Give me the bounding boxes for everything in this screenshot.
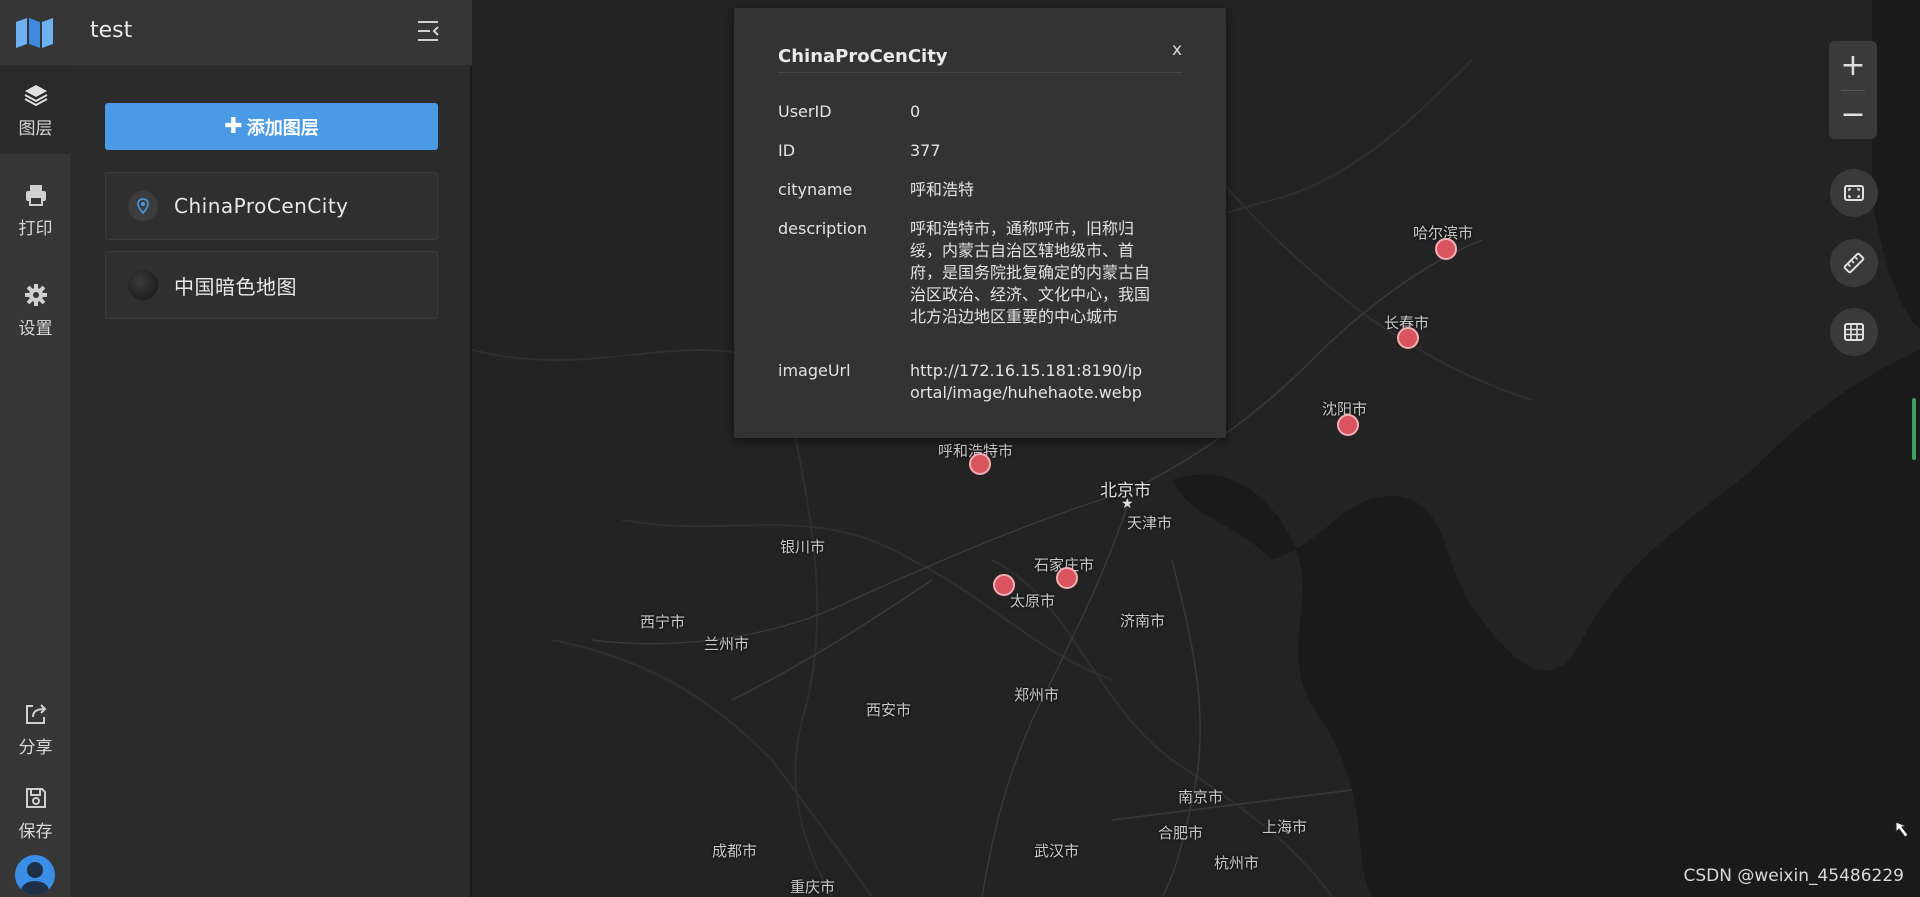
- ruler-icon: [1843, 252, 1865, 274]
- add-layer-label: 添加图层: [246, 117, 319, 139]
- city-label: 南京市: [1178, 788, 1224, 806]
- popup-value: 0: [910, 102, 921, 121]
- grid-button[interactable]: [1830, 308, 1878, 356]
- rail-item-share[interactable]: 分享: [0, 685, 71, 773]
- dark-map-thumbnail-icon: [128, 270, 158, 300]
- popup-row-id: ID 377: [778, 140, 1178, 162]
- capital-star-icon: ★: [1121, 496, 1134, 512]
- city-label: 重庆市: [790, 878, 836, 896]
- city-marker[interactable]: [993, 574, 1015, 596]
- user-avatar[interactable]: [15, 855, 55, 895]
- collapse-panel-icon[interactable]: [415, 18, 441, 44]
- layer-item-dark-map[interactable]: 中国暗色地图: [105, 251, 438, 319]
- share-icon: [25, 703, 46, 724]
- popup-key: cityname: [778, 180, 853, 199]
- rail-item-save[interactable]: 保存: [0, 769, 71, 857]
- rail-label-settings: 设置: [18, 318, 53, 339]
- popup-row-imageurl: imageUrl http://172.16.15.181:8190/iport…: [778, 360, 1178, 404]
- icon-rail: 图层 打印 设置 分享 保存: [0, 66, 71, 897]
- popup-key: UserID: [778, 102, 832, 121]
- zoom-in-button[interactable]: +: [1829, 41, 1877, 90]
- popup-value: 呼和浩特市，通称呼市，旧称归绥，内蒙古自治区辖地级市、首府，是国务院批复确定的内…: [910, 219, 1151, 326]
- popup-key: description: [778, 219, 867, 238]
- city-label: 天津市: [1127, 514, 1173, 532]
- city-marker[interactable]: [969, 453, 991, 475]
- gear-icon: [24, 283, 47, 306]
- popup-close-button[interactable]: x: [1172, 40, 1182, 60]
- layers-icon: [24, 84, 47, 106]
- city-label: 武汉市: [1034, 842, 1080, 860]
- city-label: 郑州市: [1014, 686, 1060, 704]
- popup-value: http://172.16.15.181:8190/iportal/image/…: [910, 361, 1143, 402]
- popup-value: 377: [910, 141, 941, 160]
- measure-button[interactable]: [1830, 239, 1878, 287]
- city-label: 太原市: [1010, 592, 1056, 610]
- grid-icon: [1844, 323, 1864, 341]
- zoom-out-button[interactable]: −: [1829, 90, 1877, 139]
- popup-value: 呼和浩特: [910, 180, 975, 199]
- popup-row-description: description 呼和浩特市，通称呼市，旧称归绥，内蒙古自治区辖地级市、首…: [778, 218, 1178, 328]
- rail-label-print: 打印: [18, 218, 53, 239]
- city-marker[interactable]: [1056, 567, 1078, 589]
- app-root: test 图层 打印 设置 分享 保存 ✚ 添加图层 ChinaProCenCi…: [0, 0, 1920, 897]
- save-icon: [25, 787, 46, 808]
- city-marker[interactable]: [1435, 238, 1457, 260]
- city-marker[interactable]: [1397, 327, 1419, 349]
- city-label: 银川市: [780, 538, 826, 556]
- layer-name: 中国暗色地图: [174, 274, 297, 299]
- user-icon: [21, 862, 49, 895]
- printer-icon: [25, 184, 46, 206]
- rail-item-layers[interactable]: 图层: [0, 66, 71, 154]
- city-label: 上海市: [1262, 818, 1308, 836]
- map-scrollbar[interactable]: [1912, 398, 1916, 460]
- layer-name: ChinaProCenCity: [174, 194, 349, 218]
- fullscreen-button[interactable]: [1830, 169, 1878, 217]
- add-layer-button[interactable]: ✚ 添加图层: [105, 103, 438, 150]
- popup-row-userid: UserID 0: [778, 101, 1178, 123]
- rail-item-settings[interactable]: 设置: [0, 266, 71, 354]
- popup-key: ID: [778, 141, 796, 160]
- city-label: 兰州市: [704, 635, 750, 653]
- zoom-control: + −: [1829, 41, 1877, 139]
- city-label: 西安市: [866, 701, 912, 719]
- watermark: CSDN @weixin_45486229: [1683, 866, 1904, 886]
- city-label: 济南市: [1120, 612, 1166, 630]
- popup-key: imageUrl: [778, 361, 851, 380]
- popup-title: ChinaProCenCity: [778, 46, 948, 67]
- city-label: 成都市: [712, 842, 758, 860]
- feature-popup: ChinaProCenCity x UserID 0 ID 377 cityna…: [734, 8, 1226, 438]
- map-pin-icon: [128, 191, 158, 221]
- plus-icon: ✚: [224, 114, 243, 139]
- rail-label-share: 分享: [18, 737, 53, 758]
- rail-label-save: 保存: [18, 821, 53, 842]
- mouse-cursor-icon: [1895, 821, 1909, 838]
- rail-item-print[interactable]: 打印: [0, 166, 71, 254]
- city-label: 西宁市: [640, 613, 686, 631]
- rail-label-layers: 图层: [18, 118, 53, 139]
- city-label: 杭州市: [1214, 854, 1260, 872]
- fullscreen-icon: [1844, 185, 1864, 201]
- top-bar: test: [0, 0, 472, 66]
- city-label: 合肥市: [1158, 824, 1204, 842]
- layer-panel: ✚ 添加图层 ChinaProCenCity 中国暗色地图: [71, 66, 472, 897]
- city-marker[interactable]: [1337, 414, 1359, 436]
- popup-row-cityname: cityname 呼和浩特: [778, 179, 1178, 201]
- layer-item-chinaprocencity[interactable]: ChinaProCenCity: [105, 172, 438, 240]
- map-logo-icon: [16, 18, 53, 48]
- popup-divider: [778, 72, 1182, 73]
- app-title: test: [90, 18, 133, 43]
